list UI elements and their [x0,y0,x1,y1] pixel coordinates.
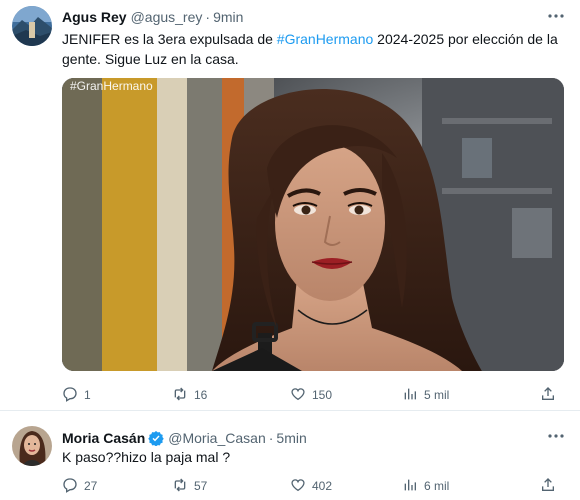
view-count: 5 mil [424,388,450,402]
like-button[interactable]: 402 [290,477,332,495]
reply-count: 1 [84,388,91,402]
hashtag-link[interactable]: #GranHermano [277,31,374,47]
tweet-agus-rey[interactable]: Agus Rey @agus_rey · 9min JENIFER es la 3er… [0,0,580,410]
retweet-button[interactable]: 16 [172,386,207,404]
reply-count: 27 [84,479,98,493]
tweet-header: Agus Rey @agus_rey · 9min [62,8,243,26]
photo-woman-portrait [62,78,564,371]
tweet-text-before: JENIFER es la 3era expulsada de [62,31,277,47]
timestamp[interactable]: 5min [276,430,306,446]
tweet-text: JENIFER es la 3era expulsada de #GranHer… [62,29,562,69]
tweet-actions: 27 57 402 6 mil [62,477,562,497]
views-icon [404,479,416,491]
user-handle[interactable]: @agus_rey [131,9,203,25]
view-count: 6 mil [424,479,450,493]
tweet-moria-casan[interactable]: Moria Casán @Moria_Casan · 5min K paso??hiz… [0,412,580,500]
avatar-woman-image [12,426,52,466]
retweet-button[interactable]: 57 [172,477,207,495]
timestamp[interactable]: 9min [213,9,243,25]
verified-icon [148,431,164,446]
reply-icon [63,387,77,402]
share-icon [542,478,554,491]
avatar[interactable] [12,426,52,466]
like-icon [291,479,305,492]
avatar[interactable] [12,6,52,46]
retweet-count: 16 [194,388,208,402]
separator-dot: · [268,430,274,446]
like-count: 150 [312,388,333,402]
tweet-media-photo[interactable]: #GranHermano [62,78,564,371]
views-button[interactable]: 6 mil [402,477,449,495]
retweet-icon [174,387,186,401]
more-icon[interactable] [544,430,568,448]
more-icon[interactable] [544,10,568,28]
share-icon [542,387,554,400]
views-button[interactable]: 5 mil [402,386,449,404]
tweet-actions: 1 16 150 5 mil [62,386,562,406]
retweet-count: 57 [194,479,208,493]
views-icon [404,388,416,400]
share-button[interactable] [540,477,556,495]
reply-icon [63,478,77,493]
user-handle[interactable]: @Moria_Casan [168,430,265,446]
avatar-landscape-image [12,6,52,46]
media-overlay-tag: #GranHermano [70,79,153,93]
display-name[interactable]: Agus Rey [62,9,127,25]
tweet-divider [0,410,580,411]
like-count: 402 [312,479,333,493]
tweet-header: Moria Casán @Moria_Casan · 5min [62,429,307,447]
like-button[interactable]: 150 [290,386,332,404]
reply-button[interactable]: 1 [62,386,91,404]
separator-dot: · [205,9,211,25]
tweet-text: K paso??hizo la paja mal ? [62,449,231,465]
like-icon [291,388,305,401]
reply-button[interactable]: 27 [62,477,97,495]
share-button[interactable] [540,386,556,404]
display-name[interactable]: Moria Casán [62,430,145,446]
retweet-icon [174,478,186,492]
